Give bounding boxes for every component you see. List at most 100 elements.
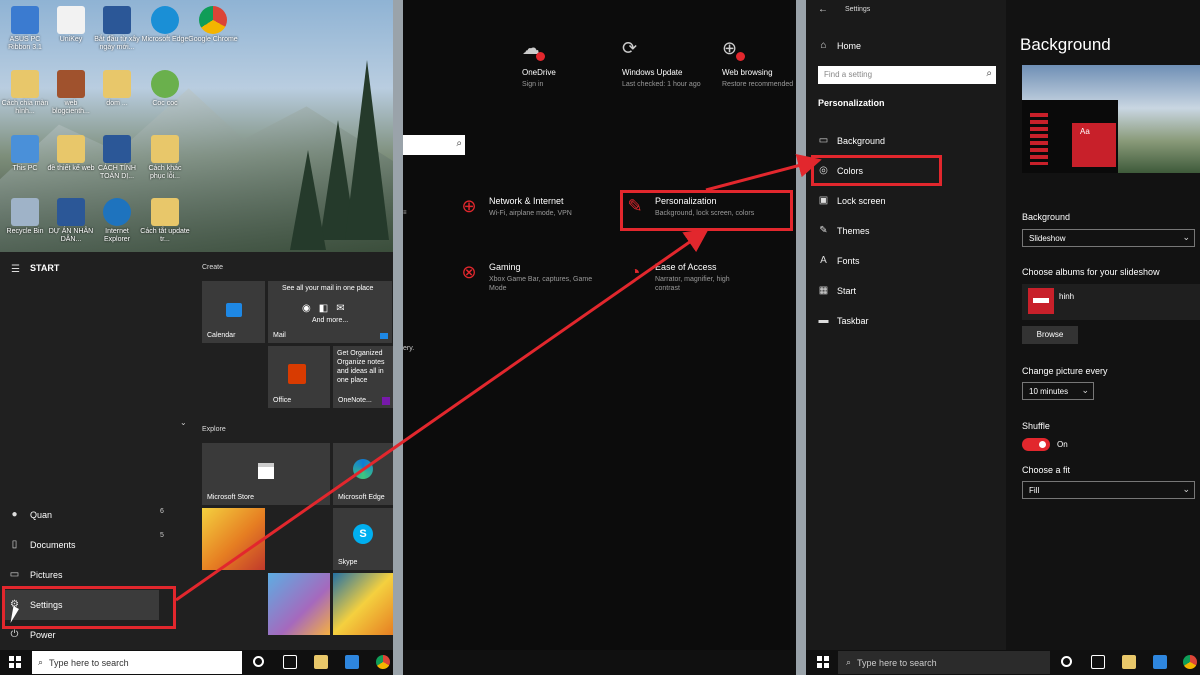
desktop-icon[interactable]: DỰ ÁN NHÂN DÂN...	[46, 198, 96, 244]
search-icon: ⌕	[38, 657, 44, 667]
album-item[interactable]: hinh	[1022, 284, 1200, 320]
skype-icon: S	[353, 524, 373, 544]
panel-separator	[393, 0, 403, 675]
cloud-icon: ☁	[522, 38, 612, 68]
office-icon	[288, 364, 306, 384]
side-number: 6	[160, 508, 164, 515]
themes-icon: ✎	[819, 225, 828, 236]
task-view-icon[interactable]	[1091, 655, 1105, 669]
onenote-tile[interactable]: Get Organized Organize notes and ideas a…	[333, 346, 393, 408]
desktop-icon[interactable]: web blogcienth...	[46, 70, 96, 116]
back-arrow-icon[interactable]: ←	[818, 4, 828, 15]
desktop-icon[interactable]: Cách khác phục lỗi...	[140, 135, 190, 181]
nav-start[interactable]: ▦ Start	[818, 285, 856, 296]
mail-tile[interactable]: See all your mail in one place ◉ ◧ ✉ And m…	[268, 281, 392, 343]
windows-start-icon[interactable]	[817, 656, 829, 668]
start-nav-pictures[interactable]: ▭ Pictures	[9, 569, 63, 580]
personalization-panel: ← Settings ⌂ Home Find a setting ⌕ Person…	[806, 0, 1200, 675]
section-explore: Explore	[202, 426, 226, 433]
panel-separator	[796, 0, 806, 675]
web-browsing-card[interactable]: ⊕ Web browsing Restore recommended	[722, 38, 796, 89]
find-setting-input[interactable]: Find a setting ⌕	[818, 66, 996, 84]
preview-tiles: Aa	[1072, 123, 1116, 167]
file-explorer-icon[interactable]	[314, 655, 328, 669]
power-icon: ⏻	[10, 629, 19, 640]
home-icon: ⌂	[820, 40, 827, 51]
change-picture-dropdown[interactable]: 10 minutes ⌄	[1022, 382, 1094, 400]
category-gaming[interactable]: ⊗ Gaming Xbox Game Bar, captures, Game Mo…	[459, 262, 599, 293]
search-icon: ⌕	[986, 68, 992, 79]
office-tile[interactable]: Office	[268, 346, 330, 408]
chrome-icon[interactable]	[1183, 655, 1197, 669]
desktop-icon[interactable]: ASUS PC Ribbon 3.1	[0, 6, 50, 52]
nav-themes[interactable]: ✎ Themes	[818, 225, 869, 236]
game-tile[interactable]	[202, 508, 265, 570]
desktop-icon[interactable]: Google Chrome	[188, 6, 238, 44]
fit-dropdown[interactable]: Fill ⌄	[1022, 481, 1195, 499]
shuffle-toggle[interactable]	[1022, 438, 1050, 451]
settings-home-panel: ☁ OneDrive Sign in ⟳ Windows Update Last…	[403, 0, 796, 675]
app-icon[interactable]	[1153, 655, 1167, 669]
task-view-icon[interactable]	[283, 655, 297, 669]
side-number: 5	[160, 532, 164, 539]
game-tile[interactable]	[268, 573, 330, 635]
highlight-box-colors	[811, 155, 942, 186]
file-explorer-icon[interactable]	[1122, 655, 1136, 669]
calendar-icon	[226, 303, 242, 317]
desktop-icon[interactable]: Microsoft Edge	[140, 6, 190, 44]
desktop-icon[interactable]: Coc coc	[140, 70, 190, 108]
start-nav-power[interactable]: ⏻ Power	[9, 629, 56, 640]
category-ease-of-access[interactable]: ◔ Ease of Access Narrator, magnifier, hig…	[625, 262, 755, 293]
desktop-icon[interactable]: This PC	[0, 135, 50, 173]
nav-background[interactable]: ▭ Background	[818, 135, 885, 146]
section-create: Create	[202, 264, 224, 271]
background-dropdown[interactable]: Slideshow ⌄	[1022, 229, 1195, 247]
category-network[interactable]: ⊕ Network & Internet Wi-Fi, airplane mode…	[459, 196, 571, 218]
edge-icon	[353, 459, 373, 479]
browse-button[interactable]: Browse	[1022, 326, 1078, 344]
desktop-icon[interactable]: Recycle Bin	[0, 198, 50, 236]
game-tile[interactable]	[333, 573, 393, 635]
windows-start-icon[interactable]	[9, 656, 21, 668]
albums-label: Choose albums for your slideshow	[1022, 267, 1160, 277]
desktop-icon[interactable]: đề thiết kế web	[46, 135, 96, 173]
start-nav-documents[interactable]: ▯ Documents	[9, 539, 76, 550]
start-menu-panel: ASUS PC Ribbon 3.1 UniKey Bắt đầu từ xây…	[0, 0, 393, 675]
skype-tile[interactable]: S Skype	[333, 508, 393, 570]
microsoft-edge-tile[interactable]: Microsoft Edge	[333, 443, 393, 505]
nav-lock-screen[interactable]: ▣ Lock screen	[818, 195, 886, 206]
taskbar-search-input[interactable]: ⌕ Type here to search	[32, 651, 242, 674]
fonts-icon: A	[820, 255, 827, 266]
desktop-icon[interactable]: Cách tắt update tr...	[140, 198, 190, 244]
desktop-icon[interactable]: Cách chia màn hình...	[0, 70, 50, 116]
desktop-icon[interactable]: Internet Explorer	[92, 198, 142, 244]
nav-fonts[interactable]: A Fonts	[818, 255, 859, 266]
edge-text: ery.	[403, 345, 415, 352]
taskbar-search-input[interactable]: ⌕ Type here to search	[838, 651, 1050, 674]
desktop-icon[interactable]: dom ...	[92, 70, 142, 108]
nav-home[interactable]: ⌂ Home	[818, 40, 861, 51]
desktop-icon[interactable]: UniKey	[46, 6, 96, 44]
nav-taskbar[interactable]: ▬ Taskbar	[818, 315, 869, 326]
start-title: START	[30, 263, 60, 273]
hamburger-icon[interactable]: ☰	[11, 264, 20, 275]
app-icon[interactable]	[345, 655, 359, 669]
collapse-chevron-icon[interactable]: ⌄	[180, 418, 187, 427]
microsoft-store-tile[interactable]: Microsoft Store	[202, 443, 330, 505]
document-icon: ▯	[11, 539, 18, 550]
user-icon: ●	[11, 509, 18, 520]
calendar-tile[interactable]: Calendar	[202, 281, 265, 343]
find-setting-input[interactable]: ⌕	[403, 135, 465, 155]
windows-update-card[interactable]: ⟳ Windows Update Last checked: 1 hour ag…	[622, 38, 712, 89]
start-nav-user[interactable]: ● Quan	[9, 509, 52, 520]
onedrive-card[interactable]: ☁ OneDrive Sign in	[522, 38, 612, 89]
desktop-icon[interactable]: Bắt đầu từ xây ngày mới...	[92, 6, 142, 52]
ease-of-access-icon: ◔	[629, 262, 641, 282]
highlight-box-settings	[2, 586, 176, 629]
chrome-icon[interactable]	[376, 655, 390, 669]
cortana-icon[interactable]	[253, 656, 264, 667]
chevron-down-icon: ⌄	[1182, 484, 1190, 494]
fit-label: Choose a fit	[1022, 465, 1071, 475]
cortana-icon[interactable]	[1061, 656, 1072, 667]
desktop-icon[interactable]: CÁCH TÍNH TOÁN DỊ...	[92, 135, 142, 181]
